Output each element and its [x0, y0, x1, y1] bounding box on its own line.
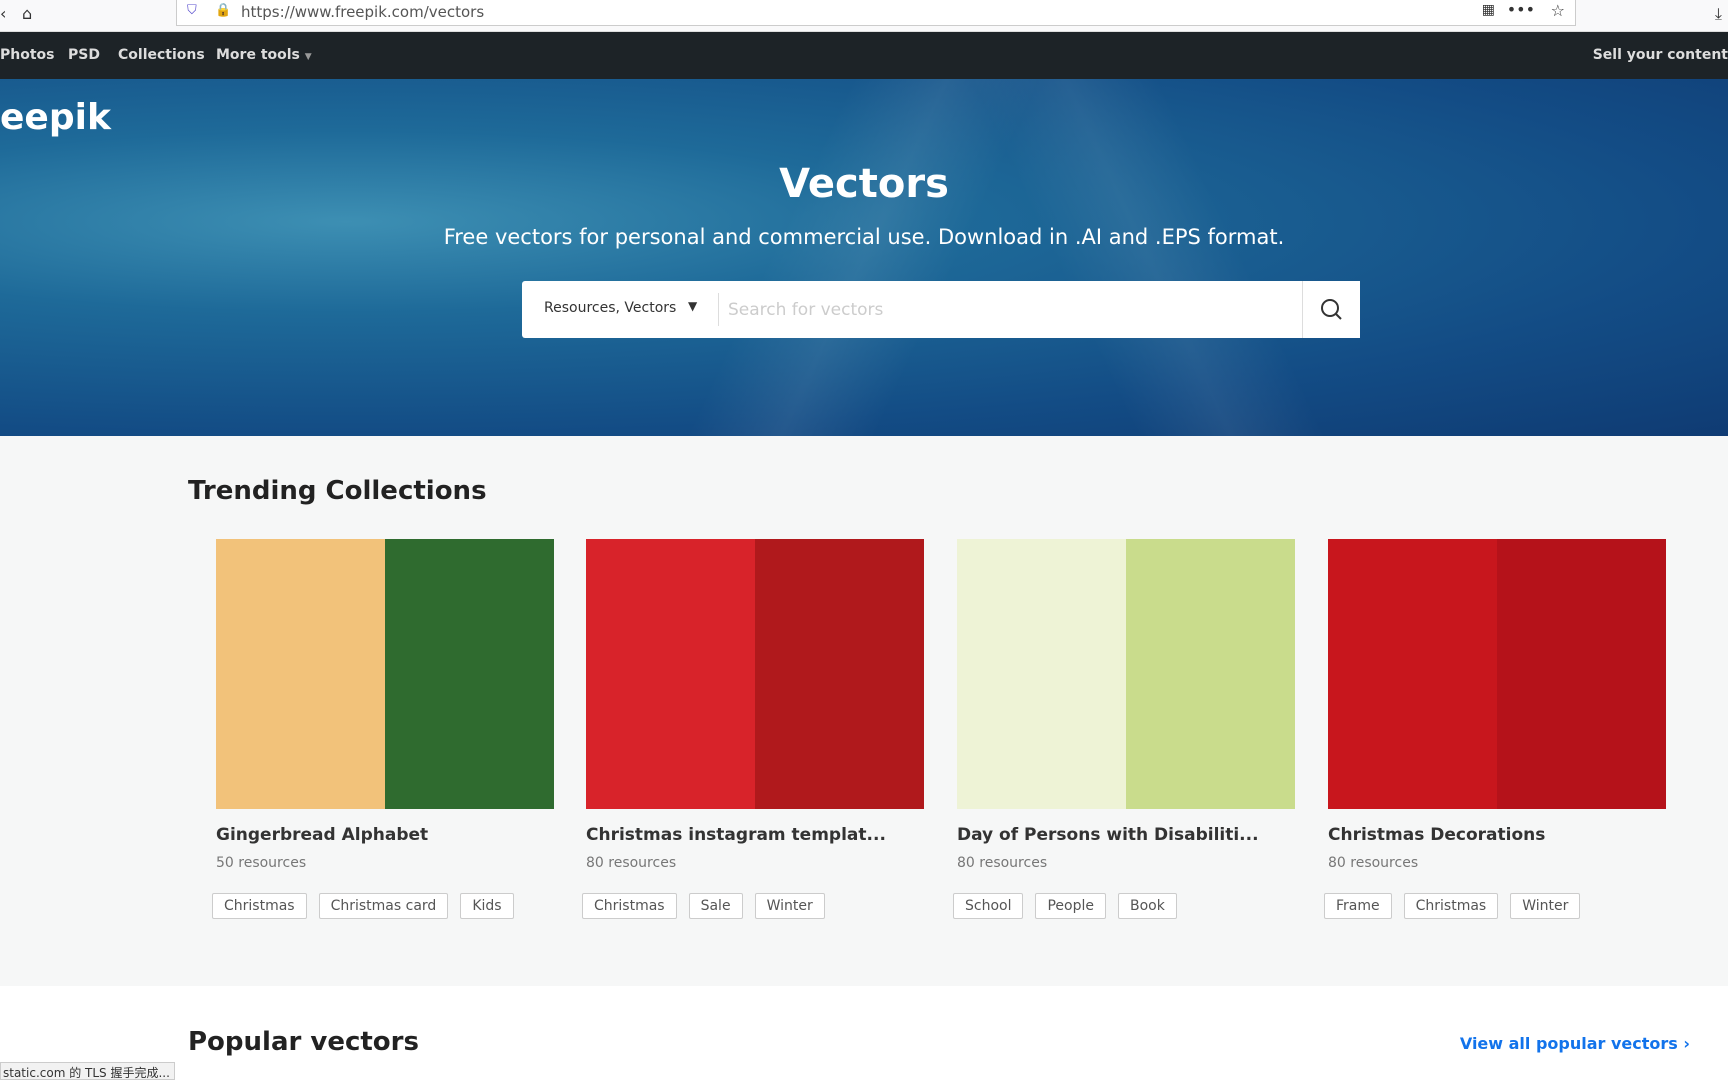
resource-count: 80 resources [586, 855, 677, 871]
collection-card[interactable]: Christmas instagram templat... 80 resour… [582, 539, 924, 919]
search-bar: Resources, Vectors ▼ [522, 281, 1360, 338]
more-icon[interactable]: ••• [1507, 0, 1535, 19]
resource-count: 50 resources [216, 855, 307, 871]
search-input[interactable] [728, 291, 1298, 328]
view-all-label: View all popular vectors [1459, 1034, 1678, 1053]
tag[interactable]: Kids [460, 893, 514, 919]
nav-photos[interactable]: Photos [0, 47, 55, 63]
chevron-right-icon: › [1683, 1034, 1690, 1053]
tag[interactable]: Christmas card [318, 893, 449, 919]
nav-psd[interactable]: PSD [68, 47, 100, 63]
home-icon[interactable]: ⌂ [22, 4, 32, 23]
tag[interactable]: Book [1118, 893, 1177, 919]
url-text: https://www.freepik.com/vectors [241, 3, 485, 21]
collection-card[interactable]: Day of Persons with Disabiliti... 80 res… [953, 539, 1295, 919]
caret-down-icon: ▼ [304, 52, 312, 62]
collection-title[interactable]: Christmas instagram templat... [586, 825, 924, 845]
collection-card[interactable]: Christmas Decorations 80 resources Frame… [1324, 539, 1666, 919]
collection-title[interactable]: Christmas Decorations [1328, 825, 1666, 845]
view-all-popular-link[interactable]: View all popular vectors › [1460, 1034, 1690, 1053]
tag[interactable]: Winter [1510, 893, 1581, 919]
tag-list: Frame Christmas Winter [1324, 893, 1666, 919]
browser-toolbar: ‹ ⌂ ⛉ 🔒 https://www.freepik.com/vectors … [0, 0, 1728, 32]
search-icon [1321, 299, 1342, 320]
section-heading: Popular vectors [188, 1027, 419, 1057]
tag-list: Christmas Christmas card Kids [212, 893, 554, 919]
back-icon[interactable]: ‹ [0, 4, 6, 23]
nav-more-tools-label: More tools [216, 47, 300, 63]
collection-card[interactable]: Gingerbread Alphabet 50 resources Christ… [212, 539, 554, 919]
tag[interactable]: Sale [688, 893, 743, 919]
sell-content-link[interactable]: Sell your content [1593, 47, 1728, 63]
tag[interactable]: People [1035, 893, 1106, 919]
tag-list: Christmas Sale Winter [582, 893, 924, 919]
search-button[interactable] [1302, 281, 1360, 338]
address-bar[interactable]: ⛉ 🔒 https://www.freepik.com/vectors ▦ ••… [176, 0, 1576, 26]
page-title: Vectors [779, 161, 949, 207]
hero: eepik Vectors Free vectors for personal … [0, 79, 1728, 436]
caret-down-icon[interactable]: ▼ [688, 299, 697, 313]
top-nav: Photos PSD Collections More tools ▼ Sell… [0, 32, 1728, 79]
resource-count: 80 resources [957, 855, 1048, 871]
shield-icon: ⛉ [187, 3, 197, 18]
collection-thumbnail[interactable] [1328, 539, 1666, 809]
trending-section: Trending Collections Gingerbread Alphabe… [0, 436, 1728, 986]
collection-thumbnail[interactable] [957, 539, 1295, 809]
tag-list: School People Book [953, 893, 1295, 919]
star-icon[interactable]: ☆ [1551, 1, 1565, 20]
tag[interactable]: Winter [754, 893, 825, 919]
tag[interactable]: Christmas [212, 893, 307, 919]
section-heading: Trending Collections [188, 476, 487, 506]
resource-count: 80 resources [1328, 855, 1419, 871]
lock-icon: 🔒 [215, 3, 232, 18]
tag[interactable]: Christmas [582, 893, 677, 919]
collection-thumbnail[interactable] [586, 539, 924, 809]
nav-collections[interactable]: Collections [118, 47, 205, 63]
tag[interactable]: School [953, 893, 1024, 919]
collection-thumbnail[interactable] [216, 539, 554, 809]
page-subtitle: Free vectors for personal and commercial… [443, 225, 1285, 249]
qr-icon[interactable]: ▦ [1482, 2, 1495, 18]
collection-title[interactable]: Day of Persons with Disabiliti... [957, 825, 1295, 845]
status-bar: static.com 的 TLS 握手完成... [0, 1062, 175, 1080]
nav-more-tools[interactable]: More tools ▼ [216, 47, 312, 63]
divider [718, 293, 719, 326]
tag[interactable]: Christmas [1403, 893, 1499, 919]
collection-title[interactable]: Gingerbread Alphabet [216, 825, 554, 845]
search-type-select[interactable]: Resources, Vectors [544, 300, 676, 316]
download-icon[interactable]: ⤓ [1715, 4, 1722, 24]
freepik-logo[interactable]: eepik [0, 97, 111, 138]
tag[interactable]: Frame [1324, 893, 1392, 919]
